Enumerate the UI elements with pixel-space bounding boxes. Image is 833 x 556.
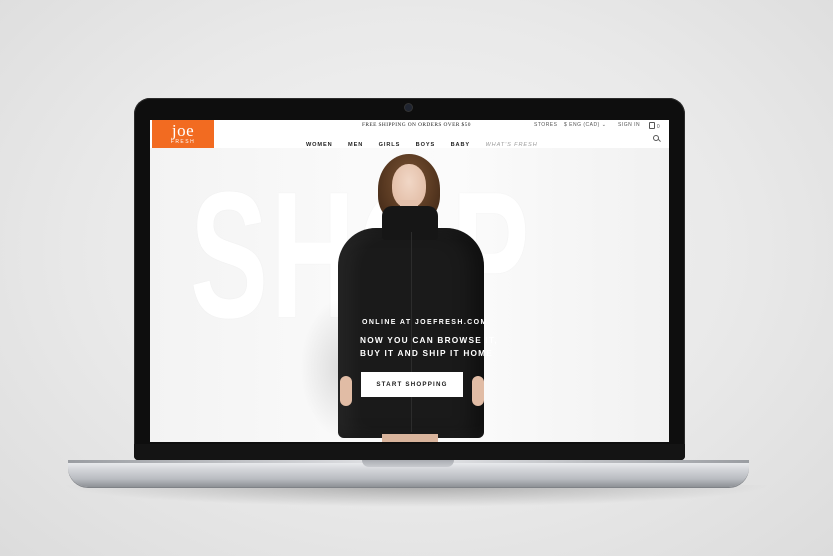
bag-icon — [649, 122, 655, 129]
chevron-down-icon: ⌄ — [601, 122, 607, 128]
hero-headline: NOW YOU CAN BROWSE IT, BUY IT AND SHIP I… — [360, 334, 500, 360]
model-coat-collar — [382, 206, 438, 240]
hero-banner: SHOP ONLINE AT JOEFRESH.COM NOW YOU CAN … — [150, 148, 669, 442]
shopping-bag-button[interactable]: 0 — [649, 122, 660, 130]
hero-headline-line-2: BUY IT AND SHIP IT HOME — [360, 348, 494, 358]
model-legs — [382, 434, 438, 442]
logo-wordmark: joe — [171, 121, 195, 140]
laptop-open-notch — [362, 460, 454, 467]
model-hand-right — [472, 376, 484, 406]
start-shopping-button[interactable]: START SHOPPING — [361, 372, 463, 397]
stores-link[interactable]: STORES — [534, 122, 557, 128]
laptop-bezel-chin — [134, 444, 685, 460]
search-icon[interactable] — [653, 135, 659, 141]
currency-selector[interactable]: $ ENG (CAD) ⌄ — [564, 122, 606, 128]
joe-fresh-logo[interactable]: joe FRESH — [152, 120, 214, 148]
bag-count: 0 — [656, 124, 661, 130]
site-header: joe FRESH FREE SHIPPING ON ORDERS OVER $… — [150, 120, 669, 148]
laptop-lid: joe FRESH FREE SHIPPING ON ORDERS OVER $… — [134, 98, 685, 460]
model-hand-left — [340, 376, 352, 406]
promo-banner: FREE SHIPPING ON ORDERS OVER $50 — [362, 122, 471, 128]
currency-label: ENG (CAD) — [569, 122, 600, 128]
hero-headline-line-1: NOW YOU CAN BROWSE IT, — [360, 335, 498, 345]
currency-symbol: $ — [564, 122, 568, 128]
model-coat-seam — [411, 232, 412, 432]
sign-in-link[interactable]: SIGN IN — [618, 122, 640, 128]
laptop-base — [68, 460, 749, 487]
laptop-shadow — [60, 485, 773, 507]
webcam — [405, 104, 412, 111]
browser-viewport: joe FRESH FREE SHIPPING ON ORDERS OVER $… — [150, 120, 669, 442]
model-photo — [330, 148, 510, 442]
logo-subtext: FRESH — [170, 139, 196, 145]
hero-eyebrow: ONLINE AT JOEFRESH.COM — [362, 319, 488, 326]
